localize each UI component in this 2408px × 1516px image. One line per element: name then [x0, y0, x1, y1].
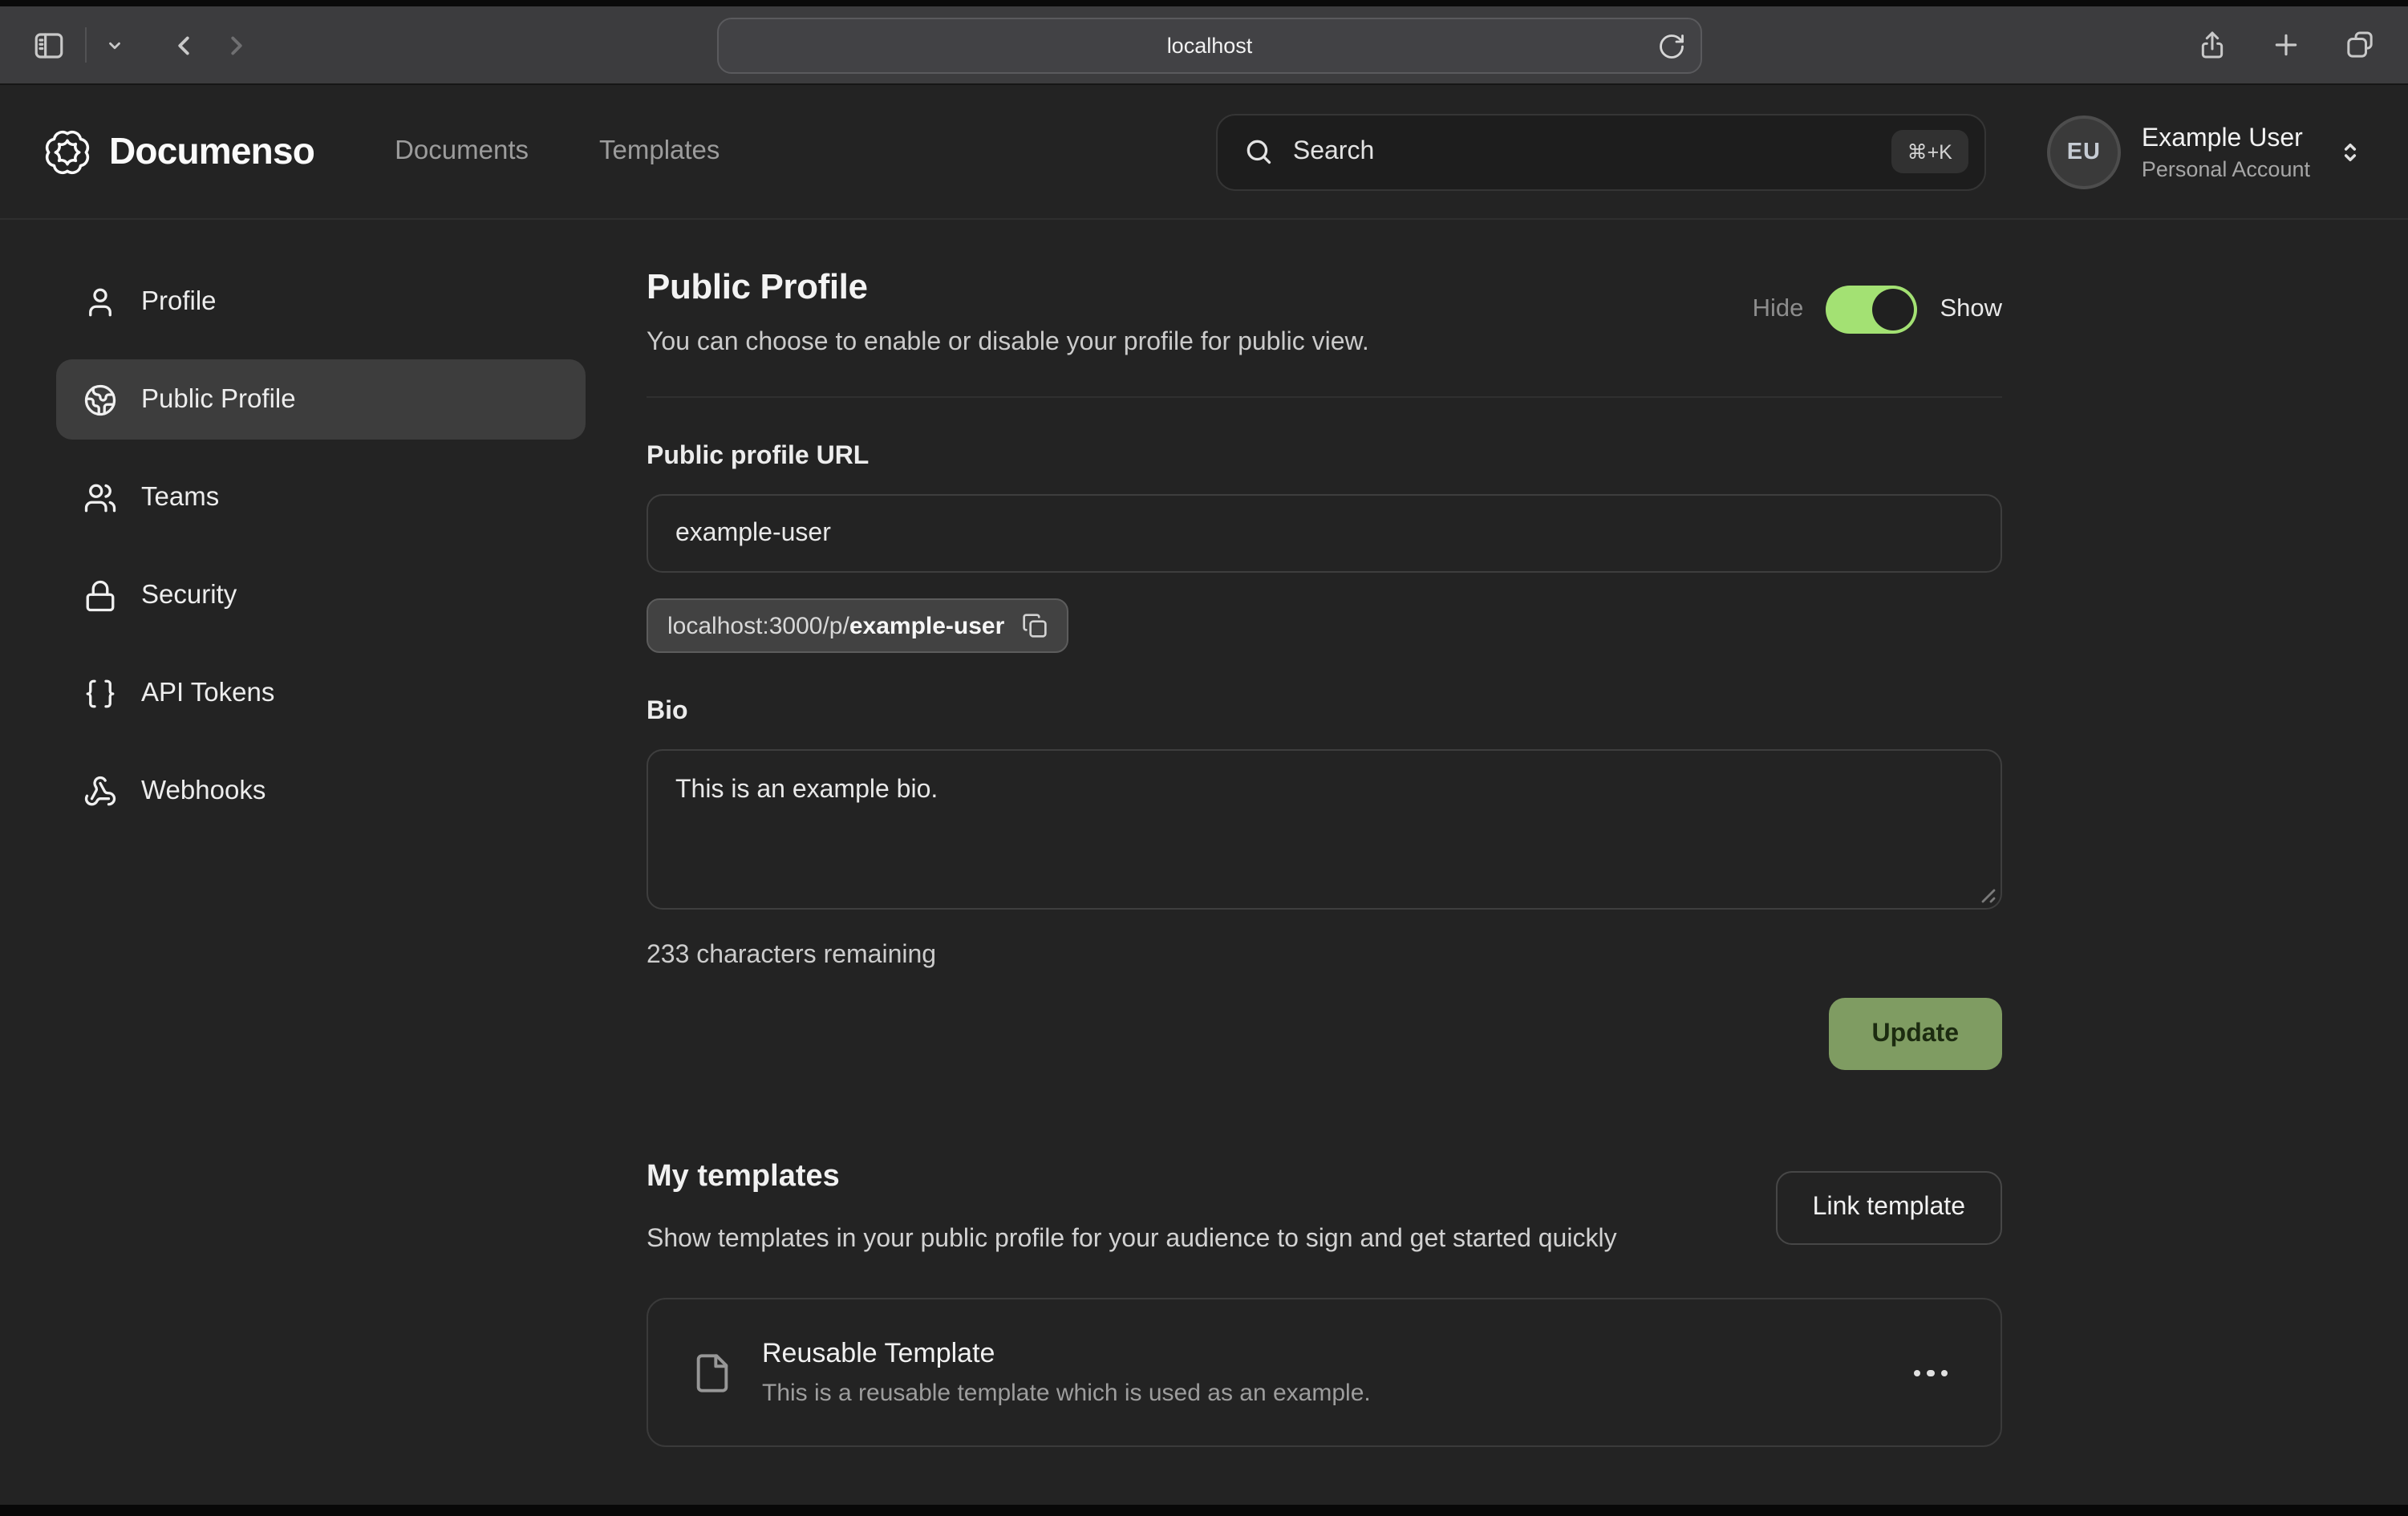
- sidebar-item-label: Webhooks: [141, 776, 266, 806]
- search-input[interactable]: Search ⌘+K: [1216, 113, 1986, 190]
- sidebar-item-public-profile[interactable]: Public Profile: [56, 359, 586, 440]
- reload-icon: [1657, 32, 1686, 61]
- search-placeholder: Search: [1293, 137, 1374, 166]
- bio-characters-remaining: 233 characters remaining: [647, 942, 2002, 971]
- page-subtitle: You can choose to enable or disable your…: [647, 329, 1369, 358]
- my-templates-title: My templates: [647, 1160, 1617, 1195]
- braces-icon: [83, 676, 117, 710]
- sidebar-toggle-button[interactable]: [26, 22, 72, 68]
- sidebar-item-label: Profile: [141, 286, 217, 317]
- sidebar-panel-icon: [32, 28, 66, 62]
- lock-icon: [83, 578, 117, 612]
- profile-url-input[interactable]: [647, 494, 2002, 573]
- chevron-down-icon: [106, 36, 124, 54]
- profile-url-label: Public profile URL: [647, 443, 2002, 472]
- profile-url-preview-chip[interactable]: localhost:3000/p/example-user: [647, 598, 1068, 653]
- new-tab-button[interactable]: [2264, 22, 2309, 67]
- sidebar-item-label: Security: [141, 580, 237, 610]
- chevron-left-icon: [168, 30, 199, 60]
- search-icon: [1243, 136, 1274, 167]
- share-icon: [2196, 29, 2228, 61]
- template-description: This is a reusable template which is use…: [762, 1380, 1371, 1408]
- nav-templates[interactable]: Templates: [599, 136, 720, 167]
- link-template-button[interactable]: Link template: [1776, 1171, 2002, 1245]
- toggle-hide-label: Hide: [1753, 295, 1804, 324]
- nav-documents[interactable]: Documents: [395, 136, 529, 167]
- back-button[interactable]: [162, 23, 205, 67]
- users-icon: [83, 480, 117, 514]
- tab-overview-button[interactable]: [2337, 22, 2382, 67]
- main-nav: Documents Templates: [395, 136, 720, 167]
- visibility-toggle-group: Hide Show: [1753, 286, 2002, 334]
- app-header: Documenso Documents Templates Search ⌘+K…: [0, 85, 2408, 220]
- sidebar-item-webhooks[interactable]: Webhooks: [56, 751, 586, 831]
- sidebar-item-teams[interactable]: Teams: [56, 457, 586, 537]
- public-profile-settings: Public Profile You can choose to enable …: [647, 261, 2002, 1448]
- update-button[interactable]: Update: [1829, 998, 2002, 1070]
- browser-toolbar: localhost: [0, 6, 2408, 85]
- sidebar-item-security[interactable]: Security: [56, 555, 586, 635]
- profile-url-preview: localhost:3000/p/example-user: [667, 612, 1004, 639]
- ellipsis-icon: [1913, 1369, 1920, 1376]
- documenso-logo-icon: [45, 129, 90, 174]
- visibility-toggle[interactable]: [1826, 286, 1917, 334]
- user-account-type: Personal Account: [2142, 156, 2310, 180]
- user-name: Example User: [2142, 123, 2310, 155]
- window-top-edge: [0, 0, 2408, 6]
- share-button[interactable]: [2190, 22, 2235, 67]
- template-list-item: Reusable Template This is a reusable tem…: [647, 1299, 2002, 1448]
- globe-icon: [83, 383, 117, 416]
- sidebar-item-label: Public Profile: [141, 384, 296, 415]
- settings-sidebar: Profile Public Profile Teams Security: [56, 261, 586, 1448]
- toggle-show-label: Show: [1940, 295, 2002, 324]
- settings-page: Profile Public Profile Teams Security: [0, 220, 2408, 1448]
- search-shortcut-badge: ⌘+K: [1891, 130, 1968, 173]
- webhook-icon: [83, 774, 117, 808]
- browser-url-bar[interactable]: localhost: [717, 18, 1702, 74]
- sidebar-item-label: Teams: [141, 482, 219, 513]
- browser-window: localhost: [0, 0, 2408, 1516]
- chevrons-up-down-icon: [2337, 139, 2363, 164]
- bio-textarea[interactable]: This is an example bio.: [647, 749, 2002, 910]
- template-name: Reusable Template: [762, 1339, 1371, 1371]
- template-more-options-button[interactable]: [1903, 1360, 1957, 1386]
- window-bottom-edge: [0, 1505, 2408, 1516]
- tabs-overview-icon: [2344, 29, 2376, 61]
- user-menu-button[interactable]: EU Example User Personal Account: [2047, 115, 2363, 188]
- my-templates-description: Show templates in your public profile fo…: [647, 1219, 1617, 1262]
- sidebar-item-profile[interactable]: Profile: [56, 261, 586, 342]
- avatar: EU: [2047, 115, 2121, 188]
- forward-button[interactable]: [215, 23, 258, 67]
- section-divider: [647, 396, 2002, 398]
- sidebar-item-api-tokens[interactable]: API Tokens: [56, 653, 586, 733]
- url-text: localhost: [1167, 34, 1253, 58]
- copy-icon: [1022, 613, 1048, 638]
- plus-icon: [2270, 29, 2302, 61]
- chevron-right-icon: [221, 30, 252, 60]
- sidebar-dropdown-button[interactable]: [99, 30, 130, 60]
- user-icon: [83, 285, 117, 318]
- bio-label: Bio: [647, 698, 2002, 727]
- brand-logo[interactable]: Documenso: [45, 129, 314, 174]
- file-icon: [691, 1348, 733, 1399]
- sidebar-item-label: API Tokens: [141, 678, 274, 708]
- reload-button[interactable]: [1657, 32, 1686, 61]
- toolbar-divider: [85, 27, 87, 63]
- brand-name: Documenso: [109, 130, 314, 173]
- resize-handle-icon[interactable]: [1978, 886, 1996, 903]
- toggle-knob: [1872, 289, 1914, 330]
- page-title: Public Profile: [647, 266, 1369, 308]
